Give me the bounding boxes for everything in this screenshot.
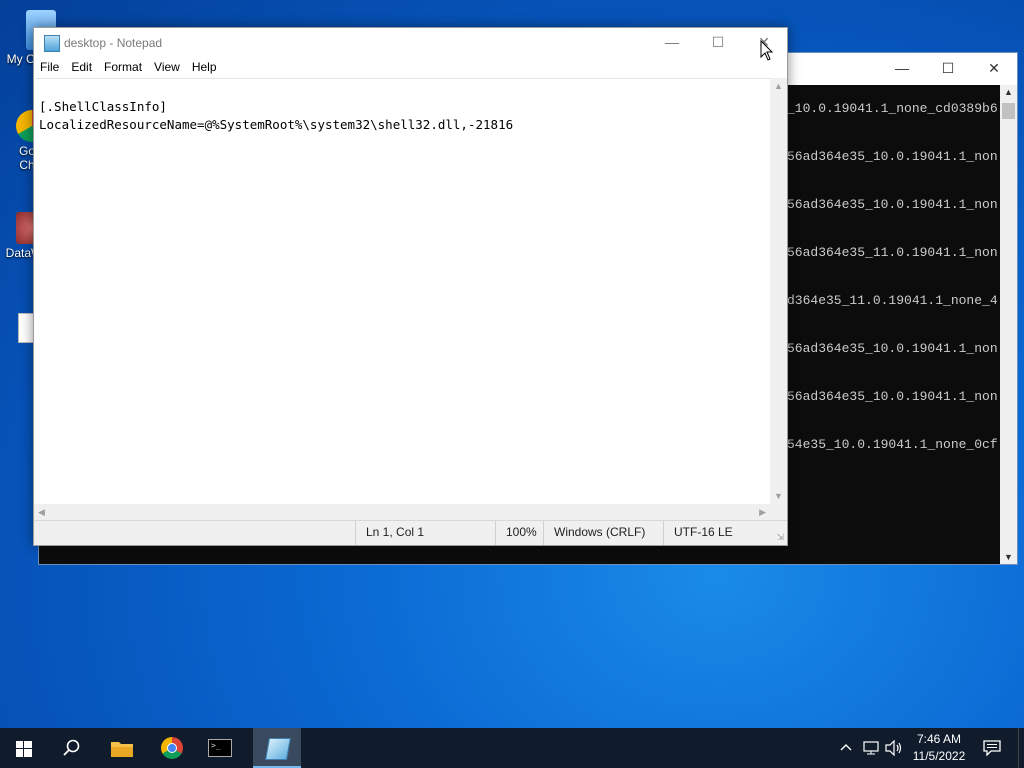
editor-line: LocalizedResourceName=@%SystemRoot%\syst… [39, 117, 514, 132]
chrome-icon [161, 737, 183, 759]
console-scrollbar[interactable]: ▲ ▼ [1000, 85, 1017, 564]
taskbar-notepad[interactable] [253, 728, 301, 768]
windows-logo-icon [16, 741, 32, 757]
menu-file[interactable]: File [34, 58, 65, 74]
resize-grip-icon[interactable]: ⇲ [776, 532, 784, 543]
console-scroll-thumb[interactable] [1002, 103, 1015, 119]
horizontal-scrollbar[interactable]: ◀ ▶ [34, 504, 770, 521]
show-desktop-button[interactable] [1018, 728, 1024, 768]
search-button[interactable] [48, 728, 96, 768]
scrollbar-corner [770, 504, 787, 521]
status-line-ending: Windows (CRLF) [543, 521, 654, 545]
menu-bar: File Edit Format View Help [34, 58, 787, 78]
chevron-up-icon [840, 744, 852, 751]
scroll-down-arrow-icon[interactable]: ▼ [1004, 552, 1013, 562]
mouse-cursor-icon [760, 40, 774, 61]
console-line: 56ad364e35_10.0.19041.1_non [787, 149, 998, 164]
status-zoom: 100% [495, 521, 544, 545]
notification-icon [983, 740, 1001, 756]
console-line: 56ad364e35_10.0.19041.1_non [787, 197, 998, 212]
text-editor[interactable]: [.ShellClassInfo] LocalizedResourceName=@… [36, 78, 770, 504]
scroll-left-arrow-icon[interactable]: ◀ [38, 507, 45, 518]
status-bar: Ln 1, Col 1 100% Windows (CRLF) UTF-16 L… [34, 520, 787, 545]
console-minimize-button[interactable]: — [879, 53, 925, 85]
scroll-right-arrow-icon[interactable]: ▶ [759, 507, 766, 518]
volume-button[interactable] [884, 728, 904, 768]
taskbar: >_ 7:46 AM 11/5/2022 [0, 728, 1024, 768]
scroll-up-arrow-icon[interactable]: ▲ [774, 81, 783, 91]
console-line: 56ad364e35_10.0.19041.1_non [787, 341, 998, 356]
maximize-button[interactable]: ☐ [695, 28, 741, 58]
editor-line: [.ShellClassInfo] [39, 99, 167, 114]
show-hidden-icons-button[interactable] [838, 728, 856, 768]
clock[interactable]: 7:46 AM 11/5/2022 [908, 728, 970, 768]
console-line: 56ad364e35_10.0.19041.1_non [787, 389, 998, 404]
console-output: _10.0.19041.1_none_cd0389b6 56ad364e35_1… [787, 101, 1001, 521]
menu-view[interactable]: View [148, 58, 186, 74]
folder-icon [111, 742, 133, 757]
console-line: 54e35_10.0.19041.1_none_0cf [787, 437, 998, 452]
window-title: desktop - Notepad [64, 36, 163, 50]
notepad-titlebar[interactable]: desktop - Notepad — ☐ ✕ [34, 28, 787, 58]
vertical-scrollbar[interactable]: ▲ ▼ [770, 78, 787, 504]
taskbar-file-explorer[interactable] [98, 728, 146, 768]
menu-edit[interactable]: Edit [65, 58, 98, 74]
start-button[interactable] [0, 728, 48, 768]
action-center-button[interactable] [978, 728, 1008, 768]
minimize-button[interactable]: — [649, 28, 695, 58]
network-button[interactable] [861, 728, 881, 768]
search-icon [63, 739, 80, 756]
volume-icon [885, 740, 902, 756]
console-line: 56ad364e35_11.0.19041.1_non [787, 245, 998, 260]
scroll-up-arrow-icon[interactable]: ▲ [1004, 87, 1013, 97]
taskbar-chrome[interactable] [148, 728, 196, 768]
console-line: _10.0.19041.1_none_cd0389b6 [787, 101, 998, 116]
cmd-icon: >_ [208, 739, 232, 757]
clock-date: 11/5/2022 [912, 749, 966, 763]
menu-help[interactable]: Help [186, 58, 223, 74]
status-encoding: UTF-16 LE [663, 521, 774, 545]
taskbar-command-prompt[interactable]: >_ [196, 728, 244, 768]
console-line: d364e35_11.0.19041.1_none_4 [787, 293, 998, 308]
notepad-icon [265, 738, 291, 760]
console-close-button[interactable]: ✕ [971, 53, 1017, 85]
menu-format[interactable]: Format [98, 58, 148, 74]
status-position: Ln 1, Col 1 [355, 521, 494, 545]
console-maximize-button[interactable]: ☐ [925, 53, 971, 85]
notepad-icon [44, 35, 60, 52]
notepad-window[interactable]: desktop - Notepad — ☐ ✕ File Edit Format Vi… [33, 27, 788, 546]
network-icon [863, 741, 879, 755]
scroll-down-arrow-icon[interactable]: ▼ [774, 491, 783, 501]
clock-time: 7:46 AM [916, 732, 962, 746]
